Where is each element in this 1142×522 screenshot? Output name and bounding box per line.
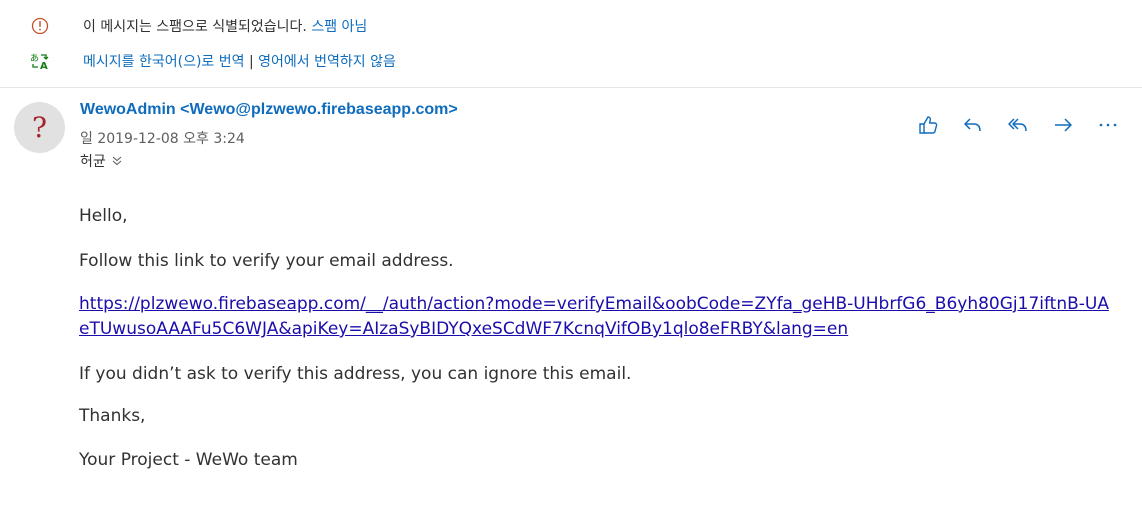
thanks-text: Thanks, <box>79 406 146 426</box>
signature: Your Project - WeWo team <box>79 450 298 470</box>
svg-text:あ: あ <box>30 53 39 64</box>
svg-text:A: A <box>40 61 48 70</box>
no-translate-link[interactable]: 영어에서 번역하지 않음 <box>258 54 396 70</box>
avatar-initial: ? <box>31 111 47 144</box>
sender-name[interactable]: WewoAdmin <Wewo@plzwewo.firebaseapp.com> <box>80 101 458 119</box>
recipient-name: 허균 <box>80 154 106 170</box>
body-line-follow: Follow this link to verify your email ad… <box>79 251 454 271</box>
more-icon[interactable] <box>1096 113 1120 137</box>
translate-link[interactable]: 메시지를 한국어(으)로 번역 <box>83 54 245 70</box>
divider <box>0 87 1142 88</box>
message-date: 일 2019-12-08 오후 3:24 <box>80 131 245 147</box>
not-spam-link[interactable]: 스팸 아님 <box>311 19 367 35</box>
body-line-ignore: If you didn’t ask to verify this address… <box>79 364 632 384</box>
like-icon[interactable] <box>916 113 940 137</box>
spam-banner: 이 메시지는 스팸으로 식별되었습니다. 스팸 아님 <box>0 9 1142 43</box>
verify-link[interactable]: https://plzwewo.firebaseapp.com/__/auth/… <box>79 292 1109 342</box>
message-actions <box>916 113 1141 137</box>
avatar[interactable]: ? <box>14 102 65 153</box>
chevron-down-icon[interactable] <box>111 156 123 166</box>
reply-all-icon[interactable] <box>1006 113 1030 137</box>
reply-icon[interactable] <box>961 113 985 137</box>
translate-icon: あ A <box>30 51 50 71</box>
spam-message: 이 메시지는 스팸으로 식별되었습니다. <box>83 19 307 35</box>
forward-icon[interactable] <box>1051 113 1075 137</box>
info-icon <box>30 16 50 36</box>
banner-separator: | <box>248 54 254 70</box>
translate-banner: あ A 메시지를 한국어(으)로 번역 | 영어에서 번역하지 않음 <box>0 44 1142 78</box>
greeting: Hello, <box>79 206 128 226</box>
recipient-row[interactable]: 허균 <box>80 151 123 171</box>
